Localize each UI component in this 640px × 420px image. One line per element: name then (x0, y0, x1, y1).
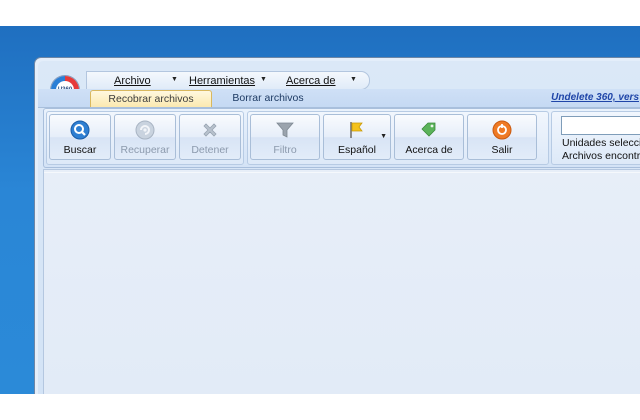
buscar-button[interactable]: Buscar (49, 114, 111, 160)
detener-label: Detener (191, 144, 229, 156)
menu-herramientas-dropdown-icon[interactable]: ▼ (260, 76, 267, 83)
ribbon-group-recovery: Buscar Recuperar Detener (46, 111, 244, 165)
detener-button[interactable]: Detener (179, 114, 241, 160)
menu-herramientas-label: Herramientas (189, 74, 256, 87)
path-input[interactable] (561, 116, 640, 135)
acerca-label: Acerca de (405, 144, 453, 156)
menu-acerca-dropdown-icon[interactable]: ▼ (350, 76, 357, 83)
tab-borrar-archivos[interactable]: Borrar archivos (228, 90, 308, 106)
recuperar-label: Recuperar (120, 144, 170, 156)
idioma-button[interactable]: Español ▼ (323, 114, 391, 160)
menu-herramientas[interactable]: Herramientas (189, 73, 255, 88)
exit-icon (492, 120, 512, 140)
window-frame: U360 Archivo ▼ Herramientas ▼ Acerca de … (38, 61, 640, 395)
menu-acerca[interactable]: Acerca de (286, 73, 336, 88)
results-area[interactable] (43, 169, 640, 395)
recover-icon (135, 120, 155, 140)
menu-archivo[interactable]: Archivo (114, 73, 151, 88)
archivos-label: Archivos encontrado (562, 150, 640, 162)
buscar-label: Buscar (63, 144, 97, 156)
search-icon (70, 120, 90, 140)
idioma-label: Español (338, 144, 376, 156)
status-panel: Unidades seleccionad Archivos encontrado (551, 111, 640, 165)
recuperar-button[interactable]: Recuperar (114, 114, 176, 160)
acerca-button[interactable]: Acerca de (394, 114, 464, 160)
tab-recobrar-archivos[interactable]: Recobrar archivos (90, 90, 212, 107)
salir-label: Salir (491, 144, 513, 156)
menu-archivo-label: Archivo (114, 74, 151, 87)
menu-acerca-label: Acerca de (286, 74, 336, 87)
unidades-label: Unidades seleccionad (562, 137, 640, 149)
menu-bar: Archivo ▼ Herramientas ▼ Acerca de ▼ (86, 71, 370, 90)
ribbon-tabs: Recobrar archivos Borrar archivos Undele… (38, 89, 640, 108)
results-area-highlight (44, 172, 640, 173)
tag-icon (419, 120, 439, 140)
menu-archivo-dropdown-icon[interactable]: ▼ (171, 76, 178, 83)
ribbon-toolbar: Buscar Recuperar Detener Filtro Español … (43, 108, 640, 168)
filter-icon (275, 120, 295, 140)
stop-icon (200, 120, 220, 140)
filtro-label: Filtro (273, 144, 297, 156)
ribbon-group-options: Filtro Español ▼ Acerca de Salir (247, 111, 549, 165)
filtro-button[interactable]: Filtro (250, 114, 320, 160)
idioma-dropdown-icon[interactable]: ▼ (380, 133, 387, 140)
salir-button[interactable]: Salir (467, 114, 537, 160)
flag-icon (347, 120, 367, 140)
app-window: U360 Archivo ▼ Herramientas ▼ Acerca de … (34, 57, 640, 395)
version-link[interactable]: Undelete 360, vers (551, 92, 639, 103)
bottom-margin (0, 394, 640, 420)
